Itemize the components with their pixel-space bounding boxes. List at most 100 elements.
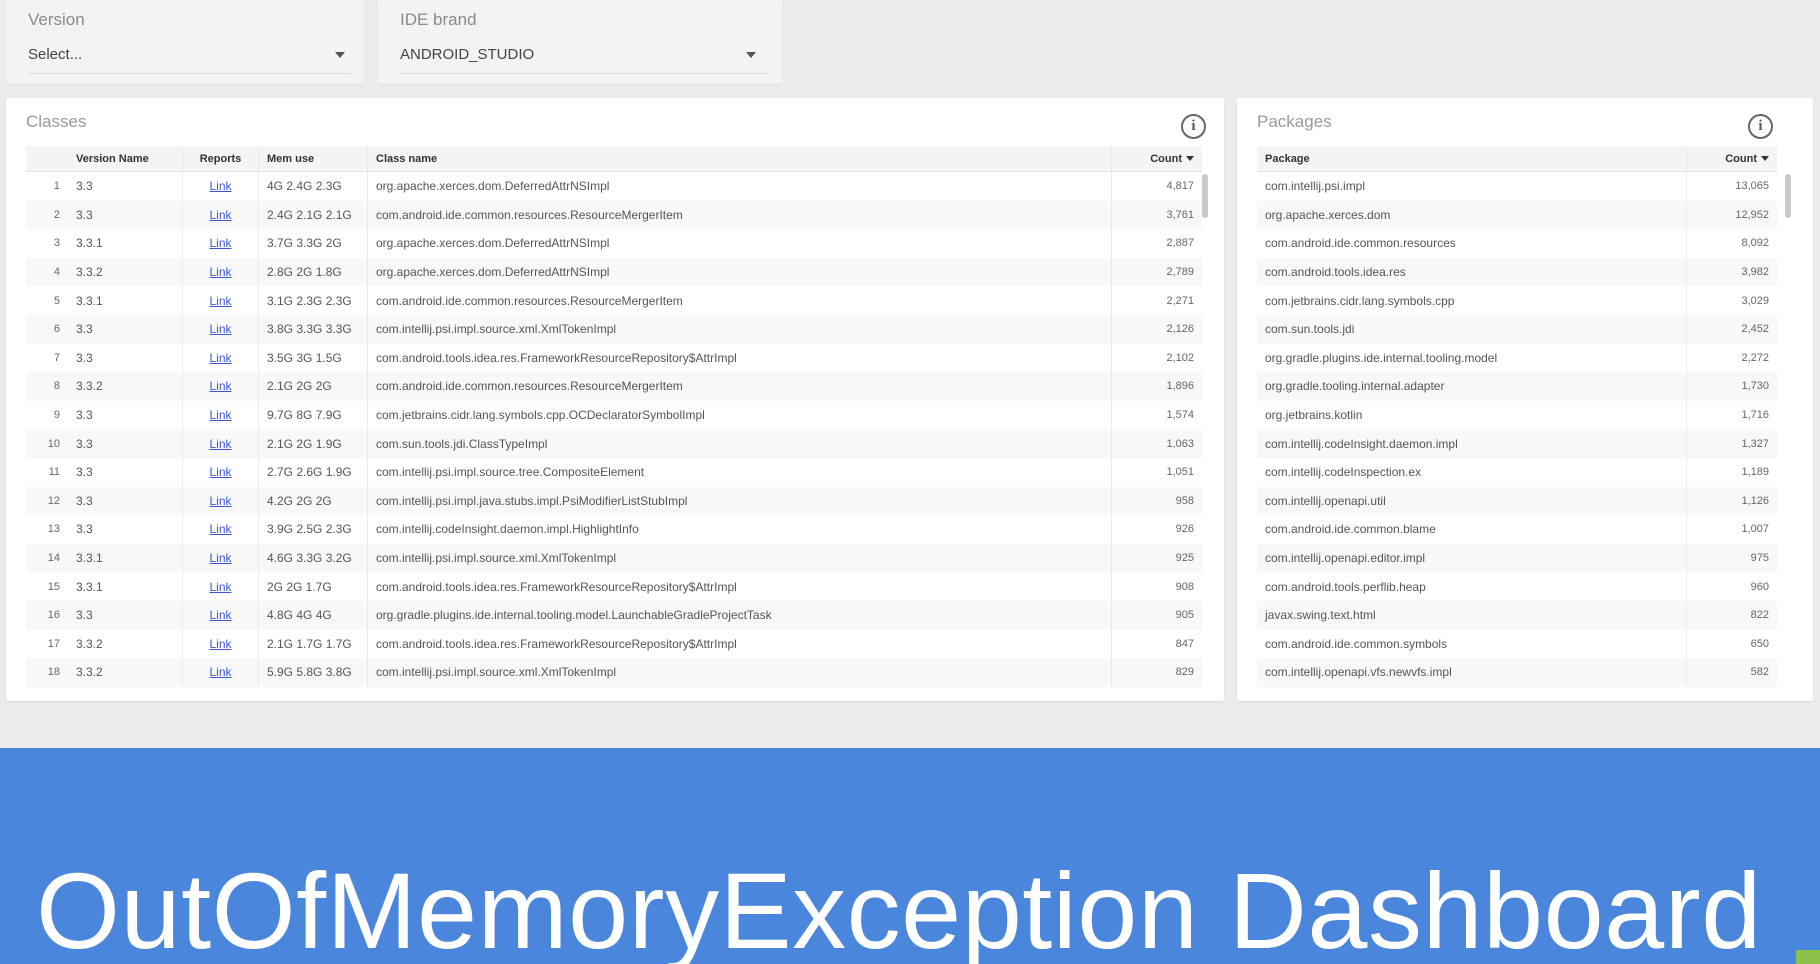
class-name-cell: com.jetbrains.cidr.lang.symbols.cpp.OCDe… (368, 400, 1112, 430)
table-row[interactable]: com.intellij.codeInsight.daemon.impl 1,32… (1257, 429, 1777, 458)
table-row[interactable]: org.gradle.plugins.ide.internal.tooling.… (1257, 343, 1777, 373)
chevron-down-icon[interactable] (746, 52, 756, 58)
row-index: 2 (53, 208, 60, 221)
table-row[interactable]: 12 3.3 Link 4.2G 2G 2G com.intellij.psi.impl… (26, 486, 1202, 516)
version-name-cell: 3.3 (68, 400, 183, 430)
count-cell: 1,574 (1166, 409, 1194, 422)
report-link[interactable]: Link (183, 658, 259, 687)
table-row[interactable]: org.apache.xerces.dom 12,952 (1257, 200, 1777, 230)
table-row[interactable]: com.jetbrains.cidr.lang.symbols.cpp 3,029 (1257, 286, 1777, 315)
col-reports[interactable]: Reports (183, 146, 259, 171)
package-name-cell: com.intellij.openapi.vfs.newvfs.impl (1257, 658, 1687, 687)
class-name-cell: com.android.tools.idea.res.FrameworkReso… (368, 629, 1112, 659)
count-cell: 2,789 (1166, 266, 1194, 279)
ide-brand-filter[interactable]: IDE brand ANDROID_STUDIO (378, 0, 782, 84)
report-link[interactable]: Link (183, 515, 259, 544)
table-row[interactable]: 7 3.3 Link 3.5G 3G 1.5G com.android.tools.id… (26, 343, 1202, 373)
table-row[interactable]: com.android.tools.perflib.heap 960 (1257, 572, 1777, 601)
table-row[interactable]: 2 3.3 Link 2.4G 2.1G 2.1G com.android.ide.co… (26, 200, 1202, 230)
table-row[interactable]: 5 3.3.1 Link 3.1G 2.3G 2.3G com.android.ide.… (26, 286, 1202, 315)
table-row[interactable]: com.intellij.openapi.util 1,126 (1257, 486, 1777, 516)
version-select-value[interactable]: Select... (28, 46, 82, 63)
table-row[interactable]: 15 3.3.1 Link 2G 2G 1.7G com.android.tools.i… (26, 572, 1202, 601)
table-row[interactable]: com.android.ide.common.symbols 650 (1257, 629, 1777, 659)
table-row[interactable]: 1 3.3 Link 4G 2.4G 2.3G org.apache.xerces.do… (26, 172, 1202, 201)
report-link[interactable]: Link (183, 172, 259, 201)
row-index: 11 (48, 466, 60, 479)
table-row[interactable]: 9 3.3 Link 9.7G 8G 7.9G com.jetbrains.cidr.l… (26, 400, 1202, 430)
version-filter[interactable]: Version Select... (6, 0, 364, 84)
table-row[interactable]: org.gradle.tooling.internal.adapter 1,730 (1257, 372, 1777, 401)
table-row[interactable]: javax.swing.text.html 822 (1257, 601, 1777, 630)
packages-scrollbar[interactable] (1785, 174, 1791, 218)
report-link[interactable]: Link (183, 343, 259, 373)
report-link[interactable]: Link (183, 229, 259, 258)
count-cell: 1,063 (1166, 437, 1194, 450)
col-version-name[interactable]: Version Name (68, 146, 183, 171)
col-mem-use[interactable]: Mem use (259, 146, 368, 171)
report-link[interactable]: Link (183, 286, 259, 315)
table-row[interactable]: 8 3.3.2 Link 2.1G 2G 2G com.android.ide.comm… (26, 372, 1202, 401)
report-link[interactable]: Link (183, 372, 259, 401)
report-link[interactable]: Link (183, 200, 259, 230)
report-link[interactable]: Link (183, 400, 259, 430)
class-name-cell: com.intellij.psi.impl.source.xml.XmlToke… (368, 543, 1112, 573)
version-name-cell: 3.3.1 (68, 572, 183, 601)
table-row[interactable]: 13 3.3 Link 3.9G 2.5G 2.3G com.intellij.code… (26, 515, 1202, 544)
report-link[interactable]: Link (183, 315, 259, 344)
class-name-cell: com.android.ide.common.resources.Resourc… (368, 286, 1112, 315)
table-row[interactable]: com.android.tools.idea.res 3,982 (1257, 257, 1777, 287)
col-count-sort[interactable]: Count (1687, 146, 1777, 171)
table-row[interactable]: 16 3.3 Link 4.8G 4G 4G org.gradle.plugins.id… (26, 601, 1202, 630)
count-cell: 8,092 (1741, 237, 1769, 250)
table-row[interactable]: 14 3.3.1 Link 4.6G 3.3G 3.2G com.intellij.ps… (26, 543, 1202, 573)
count-cell: 926 (1175, 523, 1194, 536)
table-row[interactable]: com.android.ide.common.blame 1,007 (1257, 515, 1777, 544)
mem-use-cell: 4.6G 3.3G 3.2G (259, 543, 368, 573)
table-row[interactable]: 11 3.3 Link 2.7G 2.6G 1.9G com.intellij.psi.… (26, 458, 1202, 487)
col-package[interactable]: Package (1257, 146, 1687, 171)
report-link[interactable]: Link (183, 486, 259, 516)
report-link[interactable]: Link (183, 601, 259, 630)
report-link[interactable]: Link (183, 572, 259, 601)
table-row[interactable]: 4 3.3.2 Link 2.8G 2G 1.8G org.apache.xerces.… (26, 257, 1202, 287)
col-count-label: Count (1150, 152, 1182, 165)
class-name-cell: com.sun.tools.jdi.ClassTypeImpl (368, 429, 1112, 458)
table-row[interactable]: com.intellij.openapi.vfs.newvfs.impl 582 (1257, 658, 1777, 687)
version-name-cell: 3.3 (68, 315, 183, 344)
info-icon[interactable]: i (1181, 114, 1206, 139)
version-name-cell: 3.3 (68, 486, 183, 516)
table-row[interactable]: com.intellij.codeInspection.ex 1,189 (1257, 458, 1777, 487)
table-row[interactable]: com.intellij.psi.impl 13,065 (1257, 172, 1777, 201)
table-row[interactable]: 18 3.3.2 Link 5.9G 5.8G 3.8G com.intellij.ps… (26, 658, 1202, 687)
count-cell: 2,271 (1166, 294, 1194, 307)
ide-brand-select-value[interactable]: ANDROID_STUDIO (400, 46, 534, 63)
report-link[interactable]: Link (183, 429, 259, 458)
package-name-cell: com.intellij.codeInsight.daemon.impl (1257, 429, 1687, 458)
report-link[interactable]: Link (183, 629, 259, 659)
table-row[interactable]: com.sun.tools.jdi 2,452 (1257, 315, 1777, 344)
report-link[interactable]: Link (183, 257, 259, 287)
info-icon[interactable]: i (1748, 114, 1773, 139)
mem-use-cell: 5.9G 5.8G 3.8G (259, 658, 368, 687)
table-row[interactable]: com.intellij.openapi.editor.impl 975 (1257, 543, 1777, 573)
count-cell: 1,716 (1741, 409, 1769, 422)
version-name-cell: 3.3 (68, 601, 183, 630)
table-row[interactable]: 6 3.3 Link 3.8G 3.3G 3.3G com.intellij.psi.i… (26, 315, 1202, 344)
table-row[interactable]: 17 3.3.2 Link 2.1G 1.7G 1.7G com.android.too… (26, 629, 1202, 659)
report-link[interactable]: Link (183, 458, 259, 487)
table-row[interactable]: 3 3.3.1 Link 3.7G 3.3G 2G org.apache.xerces.… (26, 229, 1202, 258)
row-index: 7 (53, 351, 60, 364)
mem-use-cell: 2G 2G 1.7G (259, 572, 368, 601)
row-index: 14 (47, 552, 60, 565)
table-row[interactable]: com.android.ide.common.resources 8,092 (1257, 229, 1777, 258)
table-row[interactable]: org.jetbrains.kotlin 1,716 (1257, 400, 1777, 430)
classes-scrollbar[interactable] (1202, 174, 1208, 218)
chevron-down-icon[interactable] (335, 52, 345, 58)
col-count-sort[interactable]: Count (1112, 146, 1202, 171)
version-name-cell: 3.3.1 (68, 543, 183, 573)
package-name-cell: org.gradle.plugins.ide.internal.tooling.… (1257, 343, 1687, 373)
table-row[interactable]: 10 3.3 Link 2.1G 2G 1.9G com.sun.tools.jdi.C… (26, 429, 1202, 458)
col-class-name[interactable]: Class name (368, 146, 1112, 171)
report-link[interactable]: Link (183, 543, 259, 573)
